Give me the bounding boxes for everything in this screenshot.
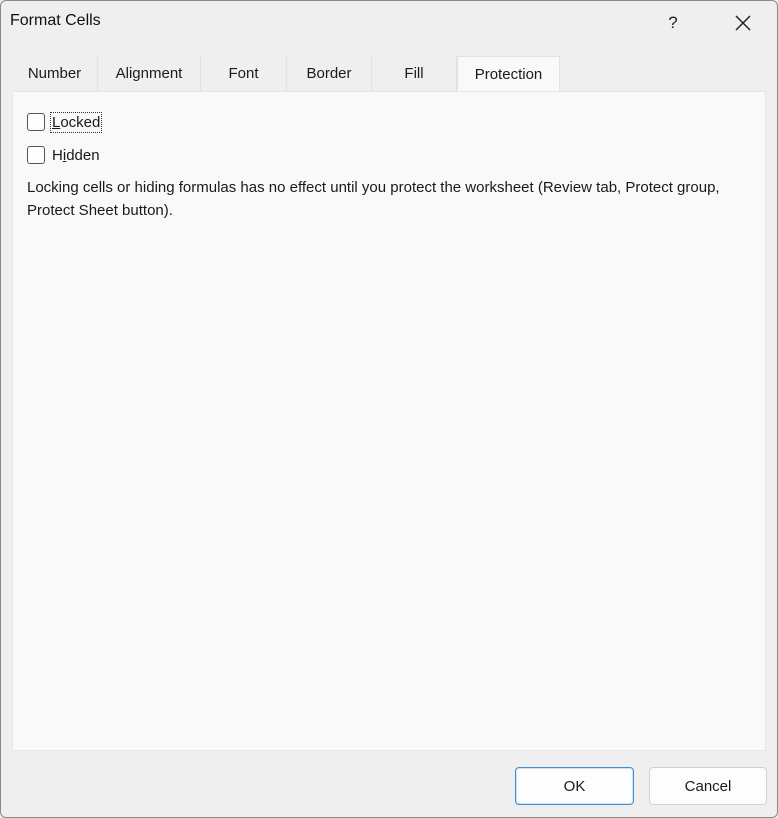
close-icon — [735, 15, 751, 31]
tab-protection[interactable]: Protection — [457, 56, 560, 92]
hidden-label[interactable]: Hidden — [51, 146, 101, 165]
protection-note: Locking cells or hiding formulas has no … — [27, 179, 720, 219]
ok-button[interactable]: OK — [515, 767, 634, 805]
tab-number[interactable]: Number — [12, 56, 98, 91]
close-button[interactable] — [723, 7, 763, 39]
tab-strip: Number Alignment Font Border Fill Protec… — [12, 56, 560, 92]
hidden-checkbox[interactable] — [27, 146, 45, 164]
hidden-label-rest: dden — [66, 146, 100, 164]
tab-alignment[interactable]: Alignment — [98, 56, 201, 91]
hidden-label-prefix: H — [52, 146, 63, 164]
hidden-option[interactable]: Hidden — [27, 143, 101, 167]
format-cells-dialog: Format Cells ? Number Alignment Font Bor… — [0, 0, 778, 818]
dialog-title: Format Cells — [10, 12, 101, 29]
protection-panel: Locked Hidden Locking cells or hiding fo… — [12, 91, 766, 751]
tab-font[interactable]: Font — [201, 56, 287, 91]
locked-checkbox[interactable] — [27, 113, 45, 131]
tab-fill[interactable]: Fill — [372, 56, 457, 91]
help-button[interactable]: ? — [653, 7, 693, 39]
cancel-button[interactable]: Cancel — [649, 767, 767, 805]
locked-label[interactable]: Locked — [49, 111, 103, 133]
locked-label-rest: ocked — [60, 113, 101, 131]
title-bar: Format Cells ? — [1, 1, 777, 45]
locked-option[interactable]: Locked — [27, 110, 103, 134]
tab-border[interactable]: Border — [287, 56, 372, 91]
